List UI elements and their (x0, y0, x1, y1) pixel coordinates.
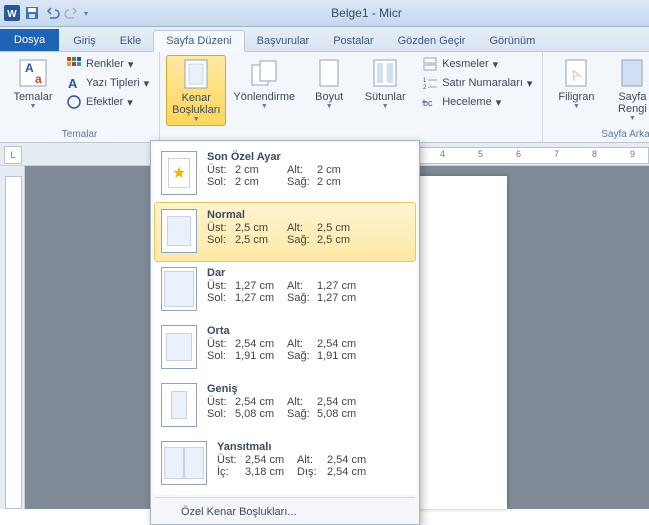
breaks-button[interactable]: Kesmeler ▾ (418, 55, 536, 73)
tab-home[interactable]: Giriş (61, 31, 108, 51)
ribbon: Aa Temalar▼ Renkler ▾ AYazı Tipleri ▾ Ef… (0, 52, 649, 143)
chevron-down-icon: ▾ (128, 58, 134, 71)
watermark-icon: A (560, 57, 592, 89)
svg-text:bc: bc (423, 98, 433, 108)
chevron-down-icon: ▼ (30, 103, 37, 110)
margins-icon (180, 58, 212, 90)
svg-text:2: 2 (423, 85, 427, 91)
theme-effects-button[interactable]: Efektler ▾ (62, 93, 153, 111)
margin-thumb-icon: ★ (161, 151, 197, 195)
margin-thumb-icon (161, 267, 197, 311)
svg-text:A: A (25, 61, 34, 75)
margin-preset-moderate[interactable]: Orta Üst:2,54 cmAlt:2,54 cm Sol:1,91 cmS… (155, 319, 415, 377)
undo-icon[interactable] (44, 5, 60, 21)
svg-text:A: A (68, 76, 78, 91)
group-page-setup: Kenar Boşlukları▼ Yönlendirme▼ Boyut▼ Sü… (160, 52, 543, 142)
size-icon (313, 57, 345, 89)
margins-dropdown-menu: ★ Son Özel Ayar Üst:2 cmAlt:2 cm Sol:2 c… (150, 140, 420, 525)
ribbon-tabs: Dosya Giriş Ekle Sayfa Düzeni Başvurular… (0, 27, 649, 52)
margin-preset-last-custom[interactable]: ★ Son Özel Ayar Üst:2 cmAlt:2 cm Sol:2 c… (155, 145, 415, 203)
group-page-background: A Filigran▼ Sayfa Rengi▼ Sayfa Kenarlıkl… (543, 52, 649, 142)
title-bar: W ▾ Belge1 - Micr (0, 0, 649, 27)
hyphenation-button[interactable]: bcHeceleme ▾ (418, 93, 536, 111)
margins-button[interactable]: Kenar Boşlukları▼ (166, 55, 226, 126)
chevron-down-icon: ▼ (193, 116, 200, 123)
window-title: Belge1 - Micr (88, 6, 645, 20)
chevron-down-icon: ▼ (629, 115, 636, 122)
margin-preset-mirrored[interactable]: Yansıtmalı Üst:2,54 cmAlt:2,54 cm İç:3,1… (155, 435, 415, 493)
page-color-button[interactable]: Sayfa Rengi▼ (605, 55, 649, 124)
watermark-button[interactable]: A Filigran▼ (549, 55, 603, 112)
save-icon[interactable] (24, 5, 40, 21)
breaks-icon (422, 56, 438, 72)
margin-thumb-icon (161, 325, 197, 369)
chevron-down-icon: ▼ (382, 103, 389, 110)
hyphenation-icon: bc (422, 94, 438, 110)
orientation-icon (248, 57, 280, 89)
margin-preset-normal[interactable]: Normal Üst:2,5 cmAlt:2,5 cm Sol:2,5 cmSa… (154, 202, 416, 262)
chevron-down-icon: ▼ (261, 103, 268, 110)
theme-colors-button[interactable]: Renkler ▾ (62, 55, 153, 73)
tab-references[interactable]: Başvurular (245, 31, 322, 51)
tab-mailings[interactable]: Postalar (321, 31, 385, 51)
orientation-button[interactable]: Yönlendirme▼ (228, 55, 300, 112)
size-button[interactable]: Boyut▼ (302, 55, 356, 112)
line-numbers-button[interactable]: 12Satır Numaraları ▾ (418, 74, 536, 92)
margin-thumb-icon (161, 209, 197, 253)
columns-button[interactable]: Sütunlar▼ (358, 55, 412, 112)
theme-fonts-button[interactable]: AYazı Tipleri ▾ (62, 74, 153, 92)
tab-file[interactable]: Dosya (0, 29, 59, 51)
tab-insert[interactable]: Ekle (108, 31, 153, 51)
margin-thumb-icon (161, 383, 197, 427)
chevron-down-icon: ▼ (573, 103, 580, 110)
chevron-down-icon: ▾ (493, 58, 499, 71)
colors-icon (66, 56, 82, 72)
chevron-down-icon: ▾ (496, 96, 502, 109)
word-icon: W (4, 5, 20, 21)
page-color-icon (616, 57, 648, 89)
margin-thumb-icon (161, 441, 207, 485)
themes-icon: Aa (17, 57, 49, 89)
chevron-down-icon: ▾ (527, 77, 533, 90)
margin-preset-wide[interactable]: Geniş Üst:2,54 cmAlt:2,54 cm Sol:5,08 cm… (155, 377, 415, 435)
ruler-corner: L (4, 146, 22, 164)
star-icon: ★ (172, 163, 186, 183)
vertical-ruler[interactable] (0, 166, 25, 509)
tab-view[interactable]: Görünüm (477, 31, 547, 51)
quick-access-toolbar: W ▾ (4, 5, 88, 21)
redo-icon[interactable] (64, 5, 80, 21)
svg-text:W: W (7, 9, 17, 20)
svg-text:a: a (35, 72, 42, 86)
chevron-down-icon: ▾ (144, 77, 150, 90)
chevron-down-icon: ▾ (127, 96, 133, 109)
tab-review[interactable]: Gözden Geçir (386, 31, 478, 51)
chevron-down-icon: ▼ (326, 103, 333, 110)
svg-text:1: 1 (423, 78, 427, 84)
fonts-icon: A (66, 75, 82, 91)
margin-preset-narrow[interactable]: Dar Üst:1,27 cmAlt:1,27 cm Sol:1,27 cmSa… (155, 261, 415, 319)
columns-icon (369, 57, 401, 89)
tab-page-layout[interactable]: Sayfa Düzeni (153, 30, 244, 52)
custom-margins-button[interactable]: Özel Kenar Boşlukları... (151, 500, 419, 524)
line-numbers-icon: 12 (422, 75, 438, 91)
menu-separator (155, 497, 415, 498)
themes-button[interactable]: Aa Temalar▼ (6, 55, 60, 112)
group-themes: Aa Temalar▼ Renkler ▾ AYazı Tipleri ▾ Ef… (0, 52, 160, 142)
effects-icon (66, 94, 82, 110)
